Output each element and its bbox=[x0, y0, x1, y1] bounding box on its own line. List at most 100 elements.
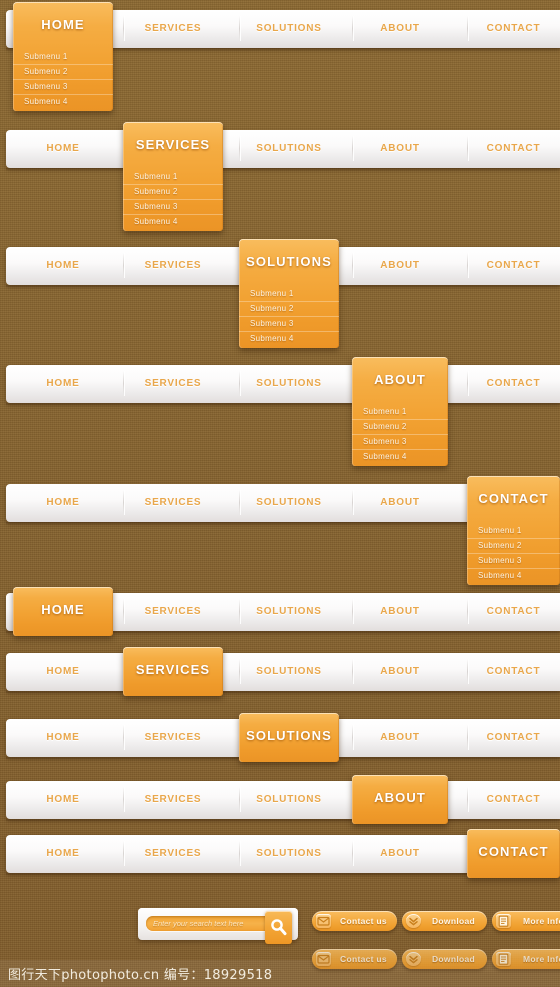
menu-item-contact[interactable]: CONTACT bbox=[467, 593, 560, 630]
submenu-item[interactable]: Submenu 3 bbox=[239, 317, 339, 332]
more-info-button[interactable]: More Info bbox=[492, 949, 560, 969]
menu-item-solutions[interactable]: SOLUTIONS bbox=[239, 10, 339, 47]
menu-item-about[interactable]: ABOUT bbox=[352, 247, 448, 284]
menu-item-contact[interactable]: CONTACT bbox=[467, 365, 560, 402]
menu-item-label: ABOUT bbox=[380, 497, 420, 508]
menu-item-contact[interactable]: CONTACT bbox=[467, 130, 560, 167]
submenu-item[interactable]: Submenu 1 bbox=[239, 287, 339, 302]
menu-item-services[interactable]: SERVICES bbox=[123, 484, 223, 521]
menu-item-solutions-active[interactable]: SOLUTIONS Submenu 1 Submenu 2 Submenu 3 Subm… bbox=[239, 239, 339, 348]
menu-item-label: SOLUTIONS bbox=[256, 848, 322, 859]
menu-item-contact[interactable]: CONTACT bbox=[467, 781, 560, 818]
menu-item-home[interactable]: HOME bbox=[13, 835, 113, 872]
submenu-item[interactable]: Submenu 4 bbox=[467, 569, 560, 583]
search-input[interactable]: Enter your search text here bbox=[146, 916, 274, 931]
menu-item-home[interactable]: HOME bbox=[13, 247, 113, 284]
chevron-down-icon bbox=[406, 952, 421, 966]
download-button[interactable]: Download bbox=[402, 911, 487, 931]
submenu-item[interactable]: Submenu 4 bbox=[123, 215, 223, 229]
menu-item-about-active[interactable]: ABOUT Submenu 1 Submenu 2 Submenu 3 Submenu … bbox=[352, 357, 448, 466]
menu-item-about[interactable]: ABOUT bbox=[352, 719, 448, 756]
menu-item-solutions-active[interactable]: SOLUTIONS bbox=[239, 713, 339, 762]
submenu-item[interactable]: Submenu 1 bbox=[123, 170, 223, 185]
submenu-item[interactable]: Submenu 2 bbox=[467, 539, 560, 554]
download-button[interactable]: Download bbox=[402, 949, 487, 969]
menu-item-solutions[interactable]: SOLUTIONS bbox=[239, 653, 339, 690]
menu-item-services[interactable]: SERVICES bbox=[123, 719, 223, 756]
menu-item-services[interactable]: SERVICES bbox=[123, 247, 223, 284]
menu-item-label: SERVICES bbox=[144, 732, 202, 743]
menu-item-services[interactable]: SERVICES bbox=[123, 781, 223, 818]
menu-item-about[interactable]: ABOUT bbox=[352, 835, 448, 872]
menu-item-solutions[interactable]: SOLUTIONS bbox=[239, 835, 339, 872]
submenu-item[interactable]: Submenu 4 bbox=[13, 95, 113, 109]
submenu-item[interactable]: Submenu 1 bbox=[352, 405, 448, 420]
menu-item-about[interactable]: ABOUT bbox=[352, 10, 448, 47]
menu-item-about[interactable]: ABOUT bbox=[352, 130, 448, 167]
submenu-item[interactable]: Submenu 2 bbox=[13, 65, 113, 80]
menu-item-home[interactable]: HOME bbox=[13, 484, 113, 521]
search-button[interactable] bbox=[265, 911, 292, 944]
menu-item-label: HOME bbox=[46, 378, 80, 389]
menu-item-solutions[interactable]: SOLUTIONS bbox=[239, 484, 339, 521]
menu-item-contact[interactable]: CONTACT bbox=[467, 653, 560, 690]
menu-separator bbox=[123, 841, 124, 866]
menu-item-label: HOME bbox=[46, 848, 80, 859]
submenu-item[interactable]: Submenu 4 bbox=[352, 450, 448, 464]
menu-item-home-active[interactable]: HOME Submenu 1 Submenu 2 Submenu 3 Submenu 4 bbox=[13, 2, 113, 111]
menu-item-contact[interactable]: CONTACT bbox=[467, 247, 560, 284]
menu-item-label: HOME bbox=[41, 602, 85, 617]
menu-item-about[interactable]: ABOUT bbox=[352, 653, 448, 690]
menu-item-home[interactable]: HOME bbox=[13, 130, 113, 167]
menu-item-contact[interactable]: CONTACT bbox=[467, 719, 560, 756]
menu-item-home[interactable]: HOME bbox=[13, 719, 113, 756]
menu-item-label: SOLUTIONS bbox=[256, 666, 322, 677]
menu-item-about-active[interactable]: ABOUT bbox=[352, 775, 448, 824]
more-info-button[interactable]: More Info bbox=[492, 911, 560, 931]
menu-item-home[interactable]: HOME bbox=[13, 781, 113, 818]
menu-item-about[interactable]: ABOUT bbox=[352, 593, 448, 630]
submenu-item[interactable]: Submenu 4 bbox=[239, 332, 339, 346]
menu-item-services[interactable]: SERVICES bbox=[123, 593, 223, 630]
menu-separator bbox=[123, 16, 124, 41]
submenu-item[interactable]: Submenu 2 bbox=[123, 185, 223, 200]
menu-item-services[interactable]: SERVICES bbox=[123, 365, 223, 402]
submenu-item[interactable]: Submenu 3 bbox=[123, 200, 223, 215]
submenu-item[interactable]: Submenu 2 bbox=[239, 302, 339, 317]
button-label: Contact us bbox=[340, 954, 387, 964]
menu-item-solutions[interactable]: SOLUTIONS bbox=[239, 365, 339, 402]
menu-item-label: SOLUTIONS bbox=[256, 794, 322, 805]
menu-item-solutions[interactable]: SOLUTIONS bbox=[239, 593, 339, 630]
menu-item-services[interactable]: SERVICES bbox=[123, 835, 223, 872]
menu-item-solutions[interactable]: SOLUTIONS bbox=[239, 781, 339, 818]
menu-item-services-active[interactable]: SERVICES bbox=[123, 647, 223, 696]
submenu-item[interactable]: Submenu 3 bbox=[467, 554, 560, 569]
menu-item-label: SOLUTIONS bbox=[256, 378, 322, 389]
contact-us-button[interactable]: Contact us bbox=[312, 949, 397, 969]
menu-item-home[interactable]: HOME bbox=[13, 653, 113, 690]
contact-us-button[interactable]: Contact us bbox=[312, 911, 397, 931]
submenu-item[interactable]: Submenu 1 bbox=[13, 50, 113, 65]
submenu-item[interactable]: Submenu 3 bbox=[352, 435, 448, 450]
menu-separator bbox=[123, 599, 124, 624]
submenu-list: Submenu 1 Submenu 2 Submenu 3 Submenu 4 bbox=[13, 47, 113, 109]
menu-item-home-active[interactable]: HOME bbox=[13, 587, 113, 636]
submenu-item[interactable]: Submenu 2 bbox=[352, 420, 448, 435]
menu-item-contact-active[interactable]: CONTACT bbox=[467, 829, 560, 878]
menu-item-solutions[interactable]: SOLUTIONS bbox=[239, 130, 339, 167]
menu-item-contact-active[interactable]: CONTACT Submenu 1 Submenu 2 Submenu 3 Submen… bbox=[467, 476, 560, 585]
search-box[interactable]: Enter your search text here bbox=[138, 908, 298, 944]
menu-separator bbox=[467, 599, 468, 624]
menu-item-services[interactable]: SERVICES bbox=[123, 10, 223, 47]
menu-item-home[interactable]: HOME bbox=[13, 365, 113, 402]
menu-item-services-active[interactable]: SERVICES Submenu 1 Submenu 2 Submenu 3 Subme… bbox=[123, 122, 223, 231]
menu-item-label: ABOUT bbox=[374, 790, 426, 805]
menu-item-contact[interactable]: CONTACT bbox=[467, 10, 560, 47]
submenu-item[interactable]: Submenu 3 bbox=[13, 80, 113, 95]
submenu-item[interactable]: Submenu 1 bbox=[467, 524, 560, 539]
menu-item-about[interactable]: ABOUT bbox=[352, 484, 448, 521]
menu-item-label: ABOUT bbox=[380, 606, 420, 617]
menu-item-label: SERVICES bbox=[144, 260, 202, 271]
menu-item-label: SERVICES bbox=[144, 794, 202, 805]
menu-separator bbox=[467, 16, 468, 41]
